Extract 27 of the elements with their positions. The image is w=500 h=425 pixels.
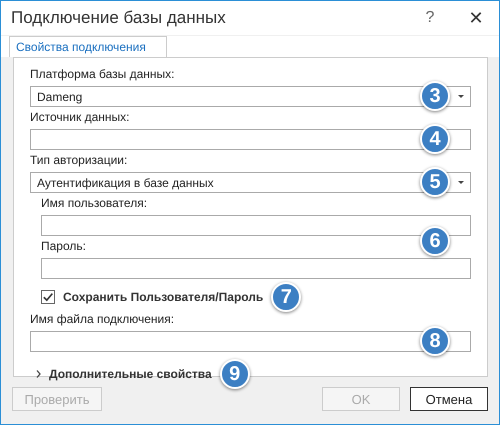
chevron-icon[interactable] <box>36 370 41 378</box>
window-title: Подключение базы данных <box>11 8 226 28</box>
tab[interactable]: Свойства подключения <box>9 36 167 57</box>
field-label: Источник данных: <box>30 109 130 126</box>
field-label: Платформа базы данных: <box>30 66 174 83</box>
expander-label[interactable]: Дополнительные свойства <box>49 367 212 381</box>
input-field[interactable] <box>30 129 471 150</box>
callout-badge: 3 <box>420 81 450 111</box>
field-label: Тип авторизации: <box>30 152 128 169</box>
field-label: Пароль: <box>41 238 86 255</box>
callout-badge: 5 <box>420 167 450 197</box>
input-field[interactable] <box>30 331 471 352</box>
close-button[interactable]: ✕ <box>453 3 499 33</box>
callout-badge: 6 <box>420 226 450 256</box>
callout-badge: 8 <box>420 326 450 356</box>
caret-icon <box>458 95 464 98</box>
help-button[interactable]: ? <box>407 3 453 33</box>
field-label: Имя файла подключения: <box>30 311 174 328</box>
callout-badge: 4 <box>420 124 450 154</box>
checkbox[interactable] <box>41 290 55 304</box>
callout-badge: 9 <box>220 359 250 389</box>
caret-icon <box>458 181 464 184</box>
cancel-button[interactable]: Отмена <box>410 387 488 411</box>
checkbox-label[interactable]: Сохранить Пользователя/Пароль <box>63 290 264 304</box>
callout-badge: 7 <box>271 282 302 312</box>
field-label: Имя пользователя: <box>41 195 148 212</box>
input-field[interactable] <box>41 258 471 279</box>
